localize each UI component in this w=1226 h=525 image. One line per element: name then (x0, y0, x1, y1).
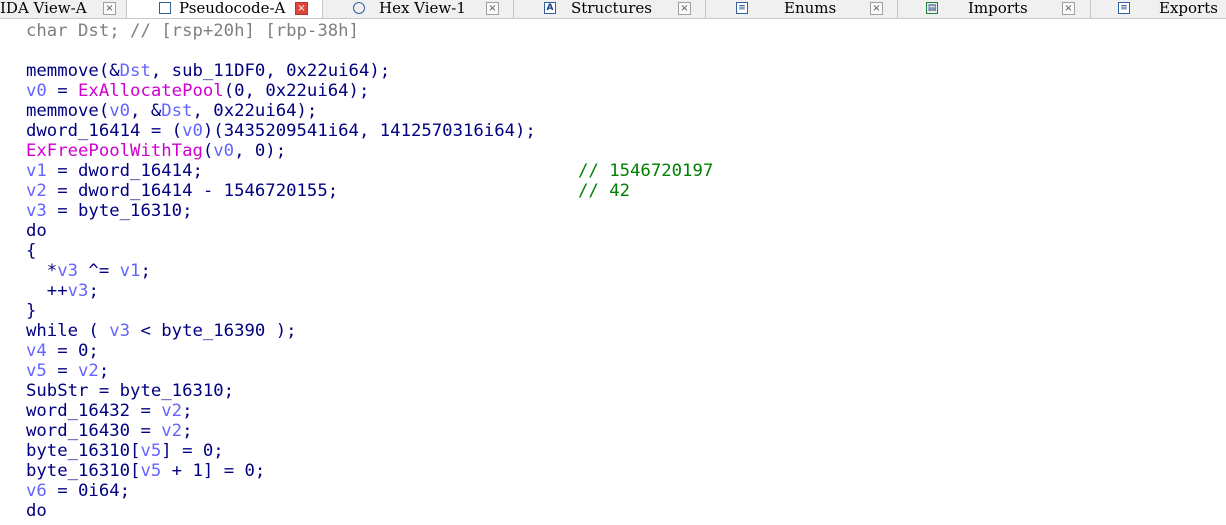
tab-label: Enums (784, 0, 837, 17)
code-line[interactable]: { (26, 241, 36, 261)
code-comment: // 1546720197 (578, 161, 714, 181)
close-icon[interactable]: × (1062, 2, 1075, 15)
exports-icon: ≡ (1118, 2, 1130, 14)
code-line[interactable]: v2 = dword_16414 - 1546720155; (26, 181, 338, 201)
code-line[interactable]: *v3 ^= v1; (26, 261, 151, 281)
close-icon[interactable]: × (678, 2, 691, 15)
code-line[interactable]: byte_16310[v5 + 1] = 0; (26, 461, 265, 481)
tab-enums[interactable]: ≡ Enums × (706, 0, 898, 18)
tab-hex-view-1[interactable]: Hex View-1 × (323, 0, 514, 18)
code-line[interactable]: memmove(v0, &Dst, 0x22ui64); (26, 101, 317, 121)
tab-imports[interactable]: ▤ Imports × (898, 0, 1091, 18)
code-line[interactable]: char Dst; // [rsp+20h] [rbp-38h] (26, 21, 359, 41)
close-icon[interactable]: × (486, 2, 499, 15)
code-comment: // 42 (578, 181, 631, 201)
imports-icon: ▤ (926, 2, 938, 14)
code-line[interactable]: ExFreePoolWithTag(v0, 0); (26, 141, 286, 161)
code-line[interactable]: v4 = 0; (26, 341, 99, 361)
tab-bar: IDA View-A × Pseudocode-A × Hex View-1 ×… (0, 0, 1226, 19)
code-line[interactable]: v6 = 0i64; (26, 481, 130, 501)
tab-ida-view-a[interactable]: IDA View-A × (0, 0, 127, 18)
close-icon[interactable]: × (295, 2, 308, 15)
tab-label: Pseudocode-A (179, 0, 286, 17)
code-line[interactable]: ++v3; (26, 281, 99, 301)
close-icon[interactable]: × (870, 2, 883, 15)
code-line[interactable]: word_16430 = v2; (26, 421, 192, 441)
tab-pseudocode-a[interactable]: Pseudocode-A × (127, 0, 323, 18)
code-line[interactable]: v3 = byte_16310; (26, 201, 192, 221)
code-line[interactable]: memmove(&Dst, sub_11DF0, 0x22ui64); (26, 61, 390, 81)
hex-icon (353, 2, 365, 14)
close-icon[interactable]: × (103, 2, 116, 15)
code-line[interactable]: dword_16414 = (v0)(3435209541i64, 141257… (26, 121, 536, 141)
pseudocode-view[interactable]: char Dst; // [rsp+20h] [rbp-38h] memmove… (0, 19, 1226, 525)
tab-label: Imports (968, 0, 1028, 17)
code-line[interactable]: word_16432 = v2; (26, 401, 192, 421)
structures-icon: A (544, 2, 556, 14)
pseudocode-page-icon (159, 2, 171, 14)
enums-icon: ≡ (736, 2, 748, 14)
code-line[interactable]: } (26, 301, 36, 321)
tab-label: IDA View-A (0, 0, 87, 17)
code-line[interactable]: do (26, 501, 47, 521)
tab-label: Hex View-1 (379, 0, 466, 17)
tab-label: Exports (1159, 0, 1218, 17)
tab-label: Structures (571, 0, 652, 17)
code-line[interactable]: byte_16310[v5] = 0; (26, 441, 224, 461)
code-line[interactable]: v5 = v2; (26, 361, 109, 381)
code-line[interactable]: while ( v3 < byte_16390 ); (26, 321, 297, 341)
code-line[interactable]: do (26, 221, 47, 241)
tab-exports[interactable]: ≡ Exports (1091, 0, 1226, 18)
code-line[interactable]: SubStr = byte_16310; (26, 381, 234, 401)
code-line[interactable]: v0 = ExAllocatePool(0, 0x22ui64); (26, 81, 369, 101)
tab-structures[interactable]: A Structures × (514, 0, 706, 18)
code-line[interactable]: v1 = dword_16414; (26, 161, 203, 181)
